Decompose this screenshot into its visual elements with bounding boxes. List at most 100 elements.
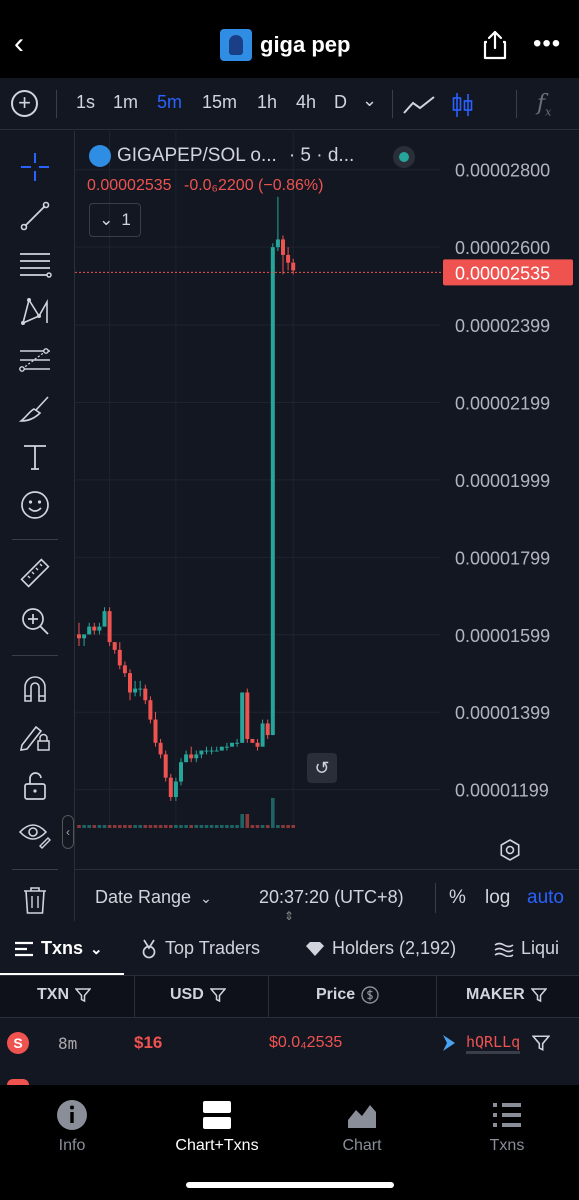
top-header: ‹ giga pep ••• [0, 0, 579, 78]
candle-body [138, 688, 143, 690]
timeframe-1s[interactable]: 1s [76, 92, 95, 113]
timeframe-1m[interactable]: 1m [113, 92, 138, 113]
timeframe-1h[interactable]: 1h [257, 92, 277, 113]
volume-bar [77, 825, 81, 828]
volume-bar [128, 825, 132, 828]
candlestick-icon[interactable] [452, 92, 474, 118]
timeframe-15m[interactable]: 15m [202, 92, 237, 113]
unlock-icon[interactable] [16, 767, 54, 805]
txn-maker[interactable]: hQRLLq [466, 1033, 521, 1054]
more-options-button[interactable]: ••• [533, 30, 561, 58]
dollar-circle-icon[interactable] [361, 986, 379, 1004]
trash-icon[interactable] [16, 881, 54, 919]
divider [56, 90, 57, 118]
filter-icon[interactable] [530, 987, 547, 1003]
candle-body [122, 665, 127, 674]
log-scale-toggle[interactable]: log [485, 887, 510, 909]
home-indicator [186, 1182, 394, 1188]
chart-price-change: 0.00002535 -0.0₆2200 (−0.86%) [87, 177, 323, 195]
tab-txns[interactable]: Txns ⌄ [14, 938, 103, 959]
tab-holders[interactable]: Holders (2,192) [305, 938, 456, 959]
fib-icon[interactable] [16, 341, 54, 379]
nav-chart[interactable]: Chart [297, 1099, 427, 1155]
column-txn[interactable]: TXN [37, 986, 91, 1004]
volume-bar [260, 825, 265, 828]
candle-body [240, 692, 245, 743]
volume-bar [281, 825, 285, 828]
back-button[interactable]: ‹ [14, 28, 42, 62]
text-icon[interactable] [16, 438, 54, 476]
volume-bar [123, 825, 127, 828]
nav-info[interactable]: Info [7, 1099, 137, 1155]
volume-bar [158, 825, 163, 828]
date-range-button[interactable]: Date Range ⌄ [95, 887, 212, 908]
list-icon [15, 941, 33, 956]
timeframe-d[interactable]: D [334, 92, 347, 113]
filter-icon[interactable] [75, 987, 91, 1003]
ruler-icon[interactable] [16, 554, 54, 592]
timeframe-5m[interactable]: 5m [157, 92, 182, 113]
reset-chart-button[interactable]: ↺ [307, 753, 337, 783]
candle-body [286, 254, 291, 263]
crosshair-icon[interactable] [16, 148, 54, 186]
tab-top-traders[interactable]: Top Traders [140, 938, 260, 959]
live-status-indicator [393, 146, 415, 168]
pattern-icon[interactable] [16, 293, 54, 331]
magnet-icon[interactable] [16, 670, 54, 708]
token-name: giga pep [260, 32, 351, 57]
timeframe-4h[interactable]: 4h [296, 92, 316, 113]
panel-resize-handle[interactable]: ⇕ [284, 909, 294, 923]
line-chart-icon[interactable] [402, 94, 436, 116]
zoom-in-icon[interactable] [16, 602, 54, 640]
chevron-down-icon[interactable]: ⌄ [362, 90, 377, 111]
volume-bar [189, 825, 193, 828]
candle-body [133, 688, 138, 693]
auto-scale-toggle[interactable]: auto [527, 887, 564, 909]
price-chart[interactable]: 0.00002800 0.00002600 0.00002399 0.00002199… [74, 131, 579, 923]
eye-icon[interactable] [16, 815, 54, 853]
chart-settings-icon[interactable] [499, 839, 521, 861]
chart-footer-divider [75, 869, 579, 870]
column-maker[interactable]: MAKER [466, 986, 547, 1004]
table-row[interactable]: S 8m $16 $0.0₄2535 hQRLLq [0, 1019, 579, 1067]
share-icon[interactable] [482, 30, 508, 60]
y-axis-tick-label: 0.00001799 [455, 548, 550, 568]
volume-bar [153, 825, 158, 828]
volume-bar [271, 798, 275, 828]
column-usd[interactable]: USD [170, 986, 226, 1004]
add-symbol-button[interactable]: + [11, 90, 38, 117]
current-time[interactable]: 20:37:20 (UTC+8) [259, 887, 404, 908]
nav-txns[interactable]: Txns [442, 1099, 572, 1155]
volume-bar [148, 825, 153, 828]
table-row[interactable] [0, 1067, 579, 1085]
brush-icon[interactable] [16, 390, 54, 428]
nav-chart-txns[interactable]: Chart+Txns [152, 1099, 282, 1155]
filter-icon[interactable] [532, 1034, 550, 1052]
collapse-indicators-button[interactable]: ⌄ 1 [89, 203, 141, 237]
lock-drawing-icon[interactable] [16, 718, 54, 756]
tab-liquidity[interactable]: Liqui [494, 938, 559, 959]
filter-icon[interactable] [209, 987, 226, 1003]
indicators-x: x [545, 105, 552, 119]
toolbar-collapse-handle[interactable]: ‹ [62, 815, 74, 849]
nav-info-label: Info [58, 1137, 86, 1154]
trend-line-icon[interactable] [16, 197, 54, 235]
volume-bar [214, 825, 219, 828]
token-logo [89, 145, 111, 167]
percent-scale-toggle[interactable]: % [449, 887, 466, 909]
token-title: giga pep [220, 28, 350, 62]
tab-liquidity-label: Liqui [521, 938, 560, 958]
candle-body [189, 754, 194, 759]
candle-body [214, 750, 219, 752]
column-price[interactable]: Price [316, 986, 379, 1004]
date-range-label: Date Range [95, 887, 192, 907]
candlestick-chart[interactable]: 0.00002800 0.00002600 0.00002399 0.00002199… [75, 131, 579, 836]
indicators-icon[interactable]: fx [537, 91, 551, 118]
candle-body [194, 754, 199, 759]
legend-price: 0.00002535 [87, 177, 172, 194]
candle-body [265, 723, 270, 736]
emoji-icon[interactable] [16, 486, 54, 524]
candle-body [270, 247, 275, 736]
horizontal-lines-icon[interactable] [16, 245, 54, 283]
volume-bar [97, 825, 102, 828]
